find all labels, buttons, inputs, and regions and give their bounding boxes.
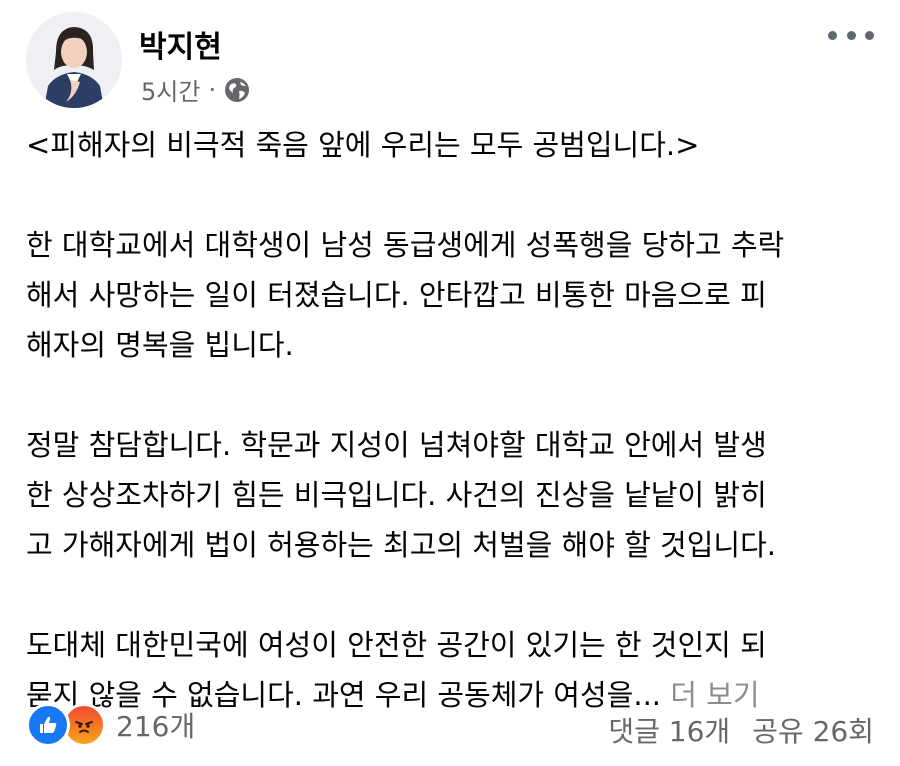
- engagement-stats: 댓글 16개 공유 26회: [608, 710, 874, 750]
- body-line: 고 가해자에게 법이 허용하는 최고의 처벌을 해야 할 것입니다.: [26, 528, 776, 562]
- more-dot: [865, 30, 874, 40]
- meta-separator: ·: [208, 75, 217, 104]
- reactions-summary[interactable]: 216개: [26, 703, 195, 747]
- more-dot: [846, 30, 856, 40]
- like-icon: [26, 703, 70, 747]
- body-line: 해서 사망하는 일이 터졌습니다. 안타깝고 비통한 마음으로 피: [26, 278, 767, 312]
- author-avatar[interactable]: [26, 12, 122, 108]
- post-header: 박지현 5시간 ·: [26, 12, 876, 108]
- globe-icon: [224, 77, 250, 103]
- reaction-count: 216개: [116, 710, 196, 743]
- body-line: <피해자의 비극적 죽음 앞에 우리는 모두 공범입니다.>: [26, 128, 700, 162]
- body-line: 도대체 대한민국에 여성이 안전한 공간이 있기는 한 것인지 되: [26, 628, 767, 662]
- post-time[interactable]: 5시간: [141, 72, 200, 107]
- author-name[interactable]: 박지현: [139, 22, 222, 66]
- more-options-button[interactable]: [828, 20, 874, 50]
- body-line: 한 대학교에서 대학생이 남성 동급생에게 성폭행을 당하고 추락: [26, 228, 785, 262]
- post-footer: 216개 댓글 16개 공유 26회: [26, 694, 874, 750]
- comments-count-link[interactable]: 댓글 16개: [608, 710, 730, 750]
- post-meta: 5시간 ·: [141, 72, 250, 107]
- post-body: <피해자의 비극적 죽음 앞에 우리는 모두 공범입니다.> 한 대학교에서 대…: [26, 120, 876, 720]
- shares-count-link[interactable]: 공유 26회: [752, 710, 874, 750]
- body-line: 정말 참담합니다. 학문과 지성이 넘쳐야할 대학교 안에서 발생: [26, 428, 767, 462]
- more-dot: [828, 30, 837, 40]
- body-line: 한 상상조차하기 힘든 비극입니다. 사건의 진상을 낱낱이 밝히: [26, 478, 767, 512]
- body-line: 해자의 명복을 빕니다.: [26, 328, 294, 362]
